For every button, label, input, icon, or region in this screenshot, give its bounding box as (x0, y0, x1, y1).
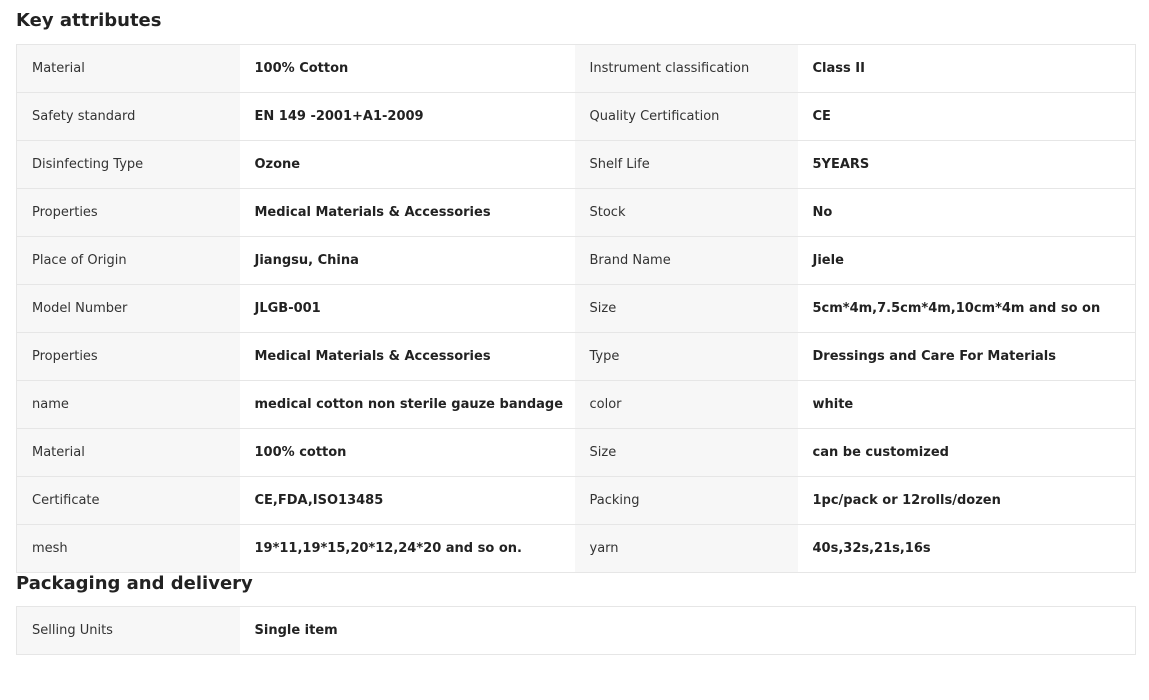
attribute-value: Jiangsu, China (239, 236, 575, 285)
attribute-value: CE (797, 92, 1136, 141)
attribute-row: Selling Units Single item (16, 606, 1136, 655)
attribute-value: No (797, 188, 1136, 237)
attribute-value: JLGB-001 (239, 284, 575, 333)
attribute-value: 40s,32s,21s,16s (797, 524, 1136, 573)
attribute-label: name (16, 380, 240, 429)
attribute-label: Packing (574, 476, 798, 525)
attribute-value: Ozone (239, 140, 575, 189)
attribute-value: can be customized (797, 428, 1136, 477)
attribute-label: Type (574, 332, 798, 381)
attribute-value: EN 149 -2001+A1-2009 (239, 92, 575, 141)
attribute-row: Properties Medical Materials & Accessorie… (16, 332, 1136, 381)
attribute-value: 100% cotton (239, 428, 575, 477)
attribute-label: color (574, 380, 798, 429)
attribute-value: Single item (239, 606, 1136, 655)
attribute-row: Material 100% Cotton Instrument classifica… (16, 44, 1136, 93)
attribute-row: Properties Medical Materials & Accessorie… (16, 188, 1136, 237)
attribute-row: Disinfecting Type Ozone Shelf Life 5YEARS (16, 140, 1136, 189)
attribute-row: Place of Origin Jiangsu, China Brand Name J… (16, 236, 1136, 285)
attribute-label: Size (574, 428, 798, 477)
attribute-row: Model Number JLGB-001 Size 5cm*4m,7.5cm*4m,… (16, 284, 1136, 333)
attribute-label: Certificate (16, 476, 240, 525)
attribute-label: Properties (16, 332, 240, 381)
attribute-label: Quality Certification (574, 92, 798, 141)
attribute-row: Safety standard EN 149 -2001+A1-2009 Quali… (16, 92, 1136, 141)
attribute-label: Model Number (16, 284, 240, 333)
attribute-label: Instrument classification (574, 44, 798, 93)
attribute-row: name medical cotton non sterile gauze ban… (16, 380, 1136, 429)
attribute-label: Place of Origin (16, 236, 240, 285)
attribute-value: white (797, 380, 1136, 429)
key-attributes-title: Key attributes (16, 10, 162, 31)
attribute-label: Size (574, 284, 798, 333)
attribute-label: mesh (16, 524, 240, 573)
attribute-value: 1pc/pack or 12rolls/dozen (797, 476, 1136, 525)
attribute-label: yarn (574, 524, 798, 573)
attribute-value: Medical Materials & Accessories (239, 188, 575, 237)
attribute-label: Selling Units (16, 606, 240, 655)
attribute-value: CE,FDA,ISO13485 (239, 476, 575, 525)
attribute-value: 5cm*4m,7.5cm*4m,10cm*4m and so on (797, 284, 1136, 333)
attribute-value: Class II (797, 44, 1136, 93)
attribute-label: Shelf Life (574, 140, 798, 189)
attribute-value: medical cotton non sterile gauze bandage (239, 380, 575, 429)
attribute-value: 19*11,19*15,20*12,24*20 and so on. (239, 524, 575, 573)
attribute-value: 5YEARS (797, 140, 1136, 189)
packaging-delivery-title: Packaging and delivery (16, 573, 253, 594)
key-attributes-table: Material 100% Cotton Instrument classifica… (16, 44, 1136, 573)
attribute-label: Material (16, 428, 240, 477)
attribute-label: Disinfecting Type (16, 140, 240, 189)
attribute-row: Certificate CE,FDA,ISO13485 Packing 1pc/pac… (16, 476, 1136, 525)
attribute-label: Material (16, 44, 240, 93)
attribute-label: Brand Name (574, 236, 798, 285)
attribute-value: Jiele (797, 236, 1136, 285)
attribute-label: Stock (574, 188, 798, 237)
packaging-delivery-table: Selling Units Single item (16, 606, 1136, 655)
attribute-label: Properties (16, 188, 240, 237)
product-attributes-panel: Key attributes Material 100% Cotton Instru… (0, 0, 1149, 655)
attribute-label: Safety standard (16, 92, 240, 141)
attribute-value: Medical Materials & Accessories (239, 332, 575, 381)
attribute-row: Material 100% cotton Size can be customized (16, 428, 1136, 477)
attribute-value: Dressings and Care For Materials (797, 332, 1136, 381)
attribute-row: mesh 19*11,19*15,20*12,24*20 and so on. ya… (16, 524, 1136, 573)
attribute-value: 100% Cotton (239, 44, 575, 93)
